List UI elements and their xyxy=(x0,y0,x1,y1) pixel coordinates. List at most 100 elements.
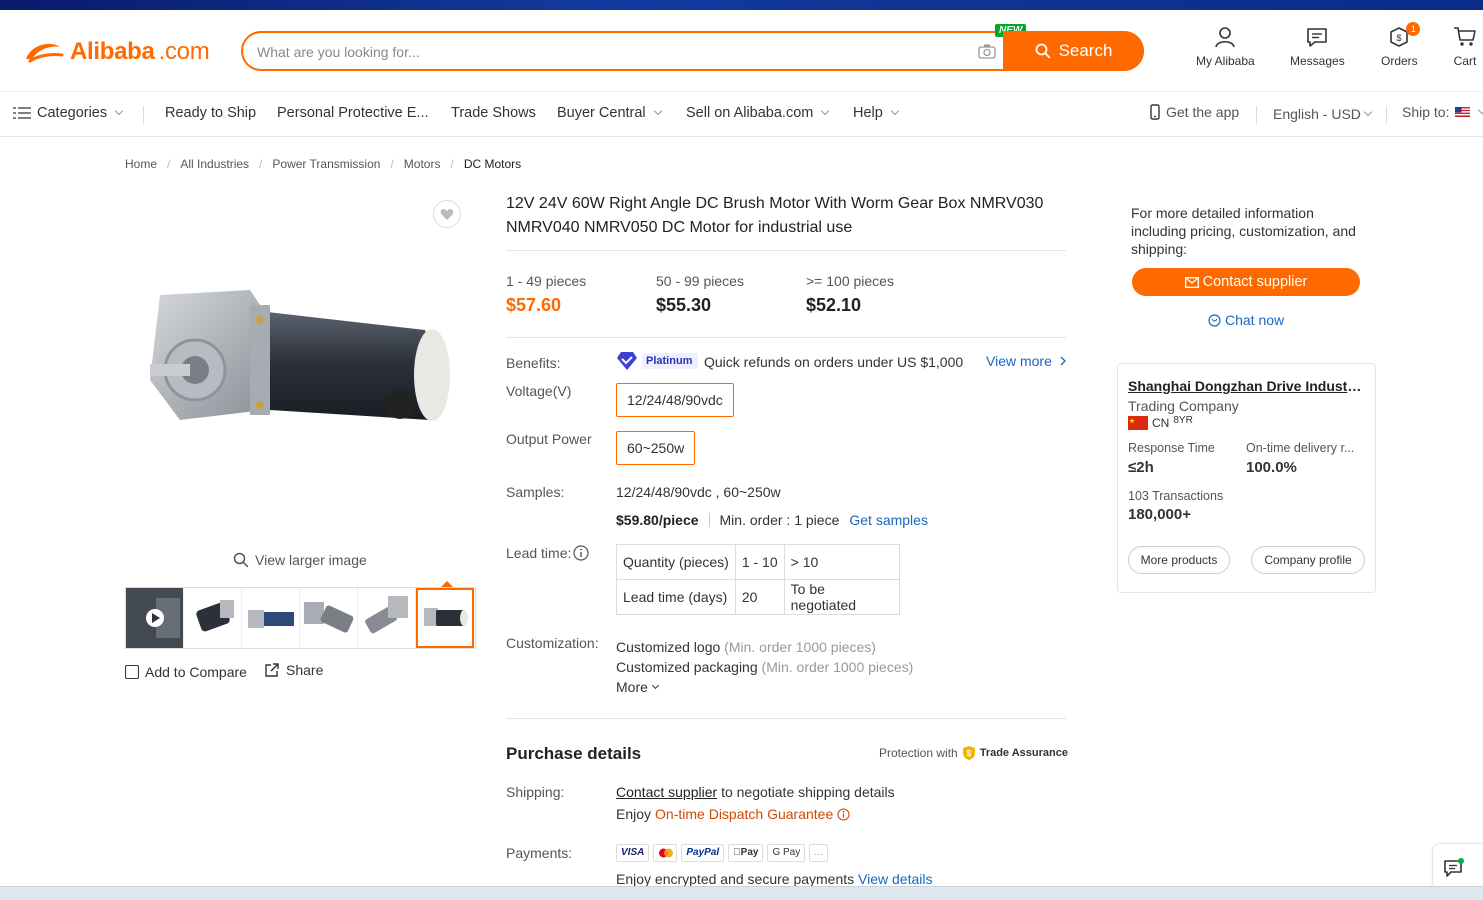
orders-label: Orders xyxy=(1381,54,1418,68)
breadcrumb-dc-motors[interactable]: DC Motors xyxy=(464,157,521,171)
camera-icon[interactable] xyxy=(978,43,996,59)
nav-buyer-central-label: Buyer Central xyxy=(557,105,646,121)
info-icon[interactable] xyxy=(573,545,589,561)
cart-link[interactable]: Cart xyxy=(1453,26,1477,68)
sample-price: $59.80/piece xyxy=(616,512,699,528)
search-button[interactable]: Search xyxy=(1003,31,1144,71)
divider xyxy=(506,337,1066,338)
search-icon xyxy=(1035,43,1050,59)
nav-ppe-label: Personal Protective E... xyxy=(277,105,429,121)
get-app-link[interactable]: Get the app xyxy=(1150,104,1239,120)
more-payments-icon[interactable]: ... xyxy=(809,844,828,862)
customization-list: Customized logo (Min. order 1000 pieces)… xyxy=(616,637,913,697)
thumbnail-image[interactable] xyxy=(358,588,416,648)
supplier-name-link[interactable]: Shanghai Dongzhan Drive Industry Co., Lt… xyxy=(1128,378,1366,394)
breadcrumb-all-industries[interactable]: All Industries xyxy=(180,157,249,171)
platinum-label: Platinum xyxy=(642,353,699,369)
thumbnail-image[interactable] xyxy=(300,588,358,648)
thumbnail-image-active[interactable] xyxy=(416,588,474,648)
price-tier-3: >= 100 pieces $52.10 xyxy=(806,273,894,316)
nav-help[interactable]: Help xyxy=(853,105,900,121)
voltage-option[interactable]: 12/24/48/90vdc xyxy=(616,383,734,417)
apple-pay-icon: Pay xyxy=(728,844,764,862)
add-to-compare-label: Add to Compare xyxy=(145,664,247,680)
my-alibaba-link[interactable]: My Alibaba xyxy=(1196,26,1255,68)
company-profile-button[interactable]: Company profile xyxy=(1251,546,1365,574)
chevron-down-icon xyxy=(653,106,662,116)
thumbnail-image[interactable] xyxy=(184,588,242,648)
language-selector[interactable]: English - USD xyxy=(1273,106,1373,122)
breadcrumb-separator: / xyxy=(450,157,454,171)
nav-trade-shows[interactable]: Trade Shows xyxy=(451,105,536,121)
share-label: Share xyxy=(286,662,324,678)
view-more-label: View more xyxy=(986,353,1052,369)
alibaba-logo[interactable]: Alibaba .com xyxy=(22,38,210,66)
response-time-label: Response Time xyxy=(1128,441,1215,455)
output-power-option[interactable]: 60~250w xyxy=(616,431,696,465)
enjoy-label: Enjoy xyxy=(616,806,652,822)
compare-checkbox[interactable] xyxy=(125,665,139,679)
custom-logo: Customized logo xyxy=(616,639,721,655)
nav-sell[interactable]: Sell on Alibaba.com xyxy=(686,105,830,121)
svg-text:$: $ xyxy=(1397,33,1402,43)
contact-supplier-link[interactable]: Contact supplier xyxy=(616,784,717,800)
breadcrumb-power-transmission[interactable]: Power Transmission xyxy=(272,157,380,171)
sample-price-row: $59.80/piece Min. order : 1 piece Get sa… xyxy=(616,512,928,528)
nav-ready-to-ship[interactable]: Ready to Ship xyxy=(165,105,256,121)
thumbnail-video[interactable] xyxy=(126,588,184,648)
message-icon xyxy=(1307,28,1328,47)
shipping-label: Shipping: xyxy=(506,784,565,800)
nav-ready-to-ship-label: Ready to Ship xyxy=(165,105,257,121)
contact-supplier-button[interactable]: Contact supplier xyxy=(1132,268,1360,296)
mail-icon xyxy=(1184,276,1199,288)
china-flag-icon xyxy=(1128,416,1148,430)
active-thumb-indicator xyxy=(441,581,453,587)
nav-buyer-central[interactable]: Buyer Central xyxy=(557,105,662,121)
share-button[interactable]: Share xyxy=(264,662,323,678)
product-main-image[interactable] xyxy=(140,260,460,460)
benefit-text: Quick refunds on orders under US $1,000 xyxy=(704,354,964,370)
share-icon xyxy=(265,663,279,677)
breadcrumb-separator: / xyxy=(390,157,394,171)
custom-packaging: Customized packaging xyxy=(616,659,758,675)
purchase-details-title: Purchase details xyxy=(506,744,642,763)
more-toggle[interactable]: More xyxy=(616,677,913,697)
chat-now-link[interactable]: Chat now xyxy=(1208,312,1284,328)
breadcrumb-motors[interactable]: Motors xyxy=(404,157,441,171)
tier-price: $55.30 xyxy=(656,295,712,315)
search-button-label: Search xyxy=(1058,41,1113,60)
floating-messenger[interactable] xyxy=(1432,843,1483,889)
thumbnail-image[interactable] xyxy=(242,588,300,648)
nav-ppe[interactable]: Personal Protective E... xyxy=(277,105,429,121)
view-details-link[interactable]: View details xyxy=(858,871,932,887)
supplier-info-text: For more detailed information including … xyxy=(1131,205,1356,257)
get-samples-link[interactable]: Get samples xyxy=(849,512,928,528)
table-cell: 1 - 10 xyxy=(734,544,785,580)
search-input[interactable] xyxy=(257,42,957,62)
nav-categories[interactable]: Categories xyxy=(13,105,124,121)
breadcrumb-home[interactable]: Home xyxy=(125,157,157,171)
chevron-down-icon xyxy=(651,681,659,689)
dispatch-guarantee-link[interactable]: On-time Dispatch Guarantee xyxy=(655,806,833,822)
add-to-compare[interactable]: Add to Compare xyxy=(125,664,247,680)
logo-suffix-text: .com xyxy=(158,38,210,65)
nav-help-label: Help xyxy=(853,105,883,121)
info-icon[interactable] xyxy=(837,807,850,821)
cart-label: Cart xyxy=(1453,54,1477,68)
mastercard-icon xyxy=(653,844,678,862)
view-more-link[interactable]: View more xyxy=(986,353,1066,369)
custom-logo-min: (Min. order 1000 pieces) xyxy=(724,639,876,655)
orders-link[interactable]: $ 1 Orders xyxy=(1381,22,1421,68)
country-code: CN xyxy=(1152,416,1170,430)
favorite-button[interactable] xyxy=(433,200,461,228)
view-larger-label: View larger image xyxy=(255,552,367,568)
table-row: Lead time (days) 20 To be negotiated xyxy=(616,579,900,615)
ship-to-selector[interactable]: Ship to: xyxy=(1402,104,1483,120)
on-time-delivery-label: On-time delivery r... xyxy=(1246,441,1355,455)
language-label: English - USD xyxy=(1273,106,1361,122)
more-products-button[interactable]: More products xyxy=(1128,546,1230,574)
view-larger-image-link[interactable]: View larger image xyxy=(233,552,367,568)
messages-link[interactable]: Messages xyxy=(1290,26,1345,68)
cart-icon xyxy=(1454,27,1476,46)
payments-label: Payments: xyxy=(506,845,573,861)
